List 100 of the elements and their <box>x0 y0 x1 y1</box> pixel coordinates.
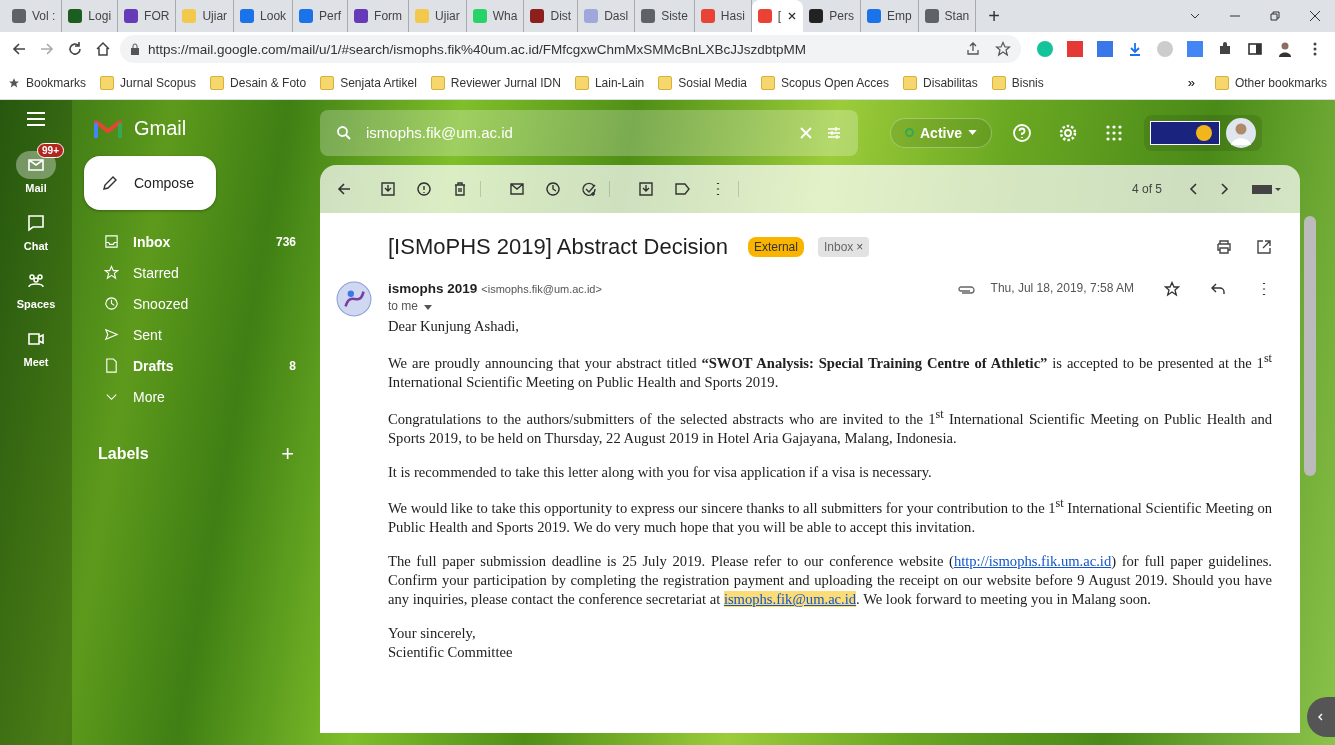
site-icon <box>68 9 83 23</box>
compose-button[interactable]: Compose <box>84 156 216 210</box>
site-icon <box>472 9 487 23</box>
site-icon <box>641 9 656 23</box>
menu-icon[interactable] <box>27 112 45 126</box>
avatar-icon <box>1226 117 1257 148</box>
remove-label-button[interactable]: × <box>856 240 864 254</box>
bookmark-folder[interactable]: Senjata Artikel <box>320 75 417 90</box>
open-in-new-window-icon[interactable] <box>1256 239 1272 255</box>
app-name: Gmail <box>134 116 187 140</box>
folder-icon <box>903 75 918 90</box>
reply-icon[interactable] <box>1210 281 1226 297</box>
bookmark-folder[interactable]: Bisnis <box>991 75 1044 90</box>
bookmark-folder[interactable]: Jurnal Scopus <box>100 75 197 90</box>
rail-item[interactable]: Meet <box>7 316 65 368</box>
email-label: External <box>747 237 804 257</box>
body-paragraph: Congratulations to the authors/submitters of the selected abstracts who are invited to the 1$^{st}$ International Scientific Meeting on Public Health and Sports 2019, to be held on Thursday, 22 August 2019 in Hotel Aria Gajayana, Malang, Indonesia. <box>388 406 1272 448</box>
folder-icon <box>1214 75 1229 90</box>
signature-line: Your sincerely, <box>388 624 477 644</box>
pencil-icon <box>102 175 118 191</box>
folder-icon <box>991 75 1006 90</box>
site-icon <box>354 9 369 23</box>
site-icon <box>700 9 715 23</box>
task-add-icon[interactable] <box>581 181 597 197</box>
label-icon[interactable] <box>674 181 690 197</box>
folder-icon <box>320 75 335 90</box>
new-tab-button[interactable]: + <box>982 3 1006 29</box>
folder-item[interactable]: Inbox 736 <box>84 226 320 257</box>
print-icon[interactable] <box>1216 239 1232 255</box>
folder-icon <box>574 75 589 90</box>
restore-icon[interactable] <box>1269 10 1281 22</box>
unread-count: 736 <box>275 234 296 249</box>
bookmark-folder[interactable]: Reviewer Jurnal IDN <box>430 75 561 90</box>
more-bookmarks-button[interactable]: » <box>1181 74 1201 91</box>
email-subject: [ISMoPHS 2019] Abstract Decision <box>388 234 728 260</box>
side-panel-toggle[interactable] <box>1307 697 1335 737</box>
search-icon[interactable] <box>336 124 352 141</box>
site-icon <box>530 9 545 23</box>
folder-item[interactable]: Starred <box>84 257 320 288</box>
folder-item[interactable]: Drafts 8 <box>84 350 320 381</box>
site-icon <box>12 9 26 23</box>
side-panel-icon[interactable] <box>1247 41 1263 57</box>
bookmark-item[interactable]: Bookmarks <box>8 75 87 90</box>
account-button[interactable] <box>1144 114 1263 151</box>
sender-email: <ismophs.fik@um.ac.id> <box>481 283 602 295</box>
scrollbar-thumb[interactable] <box>1304 216 1316 476</box>
body-paragraph: We would like to take this opportunity to express our sincere thanks to all submitters for your contribution to the 1$^{st}$ International Scientific Meeting on Public Health and Sports 2019. We do very much hope that you will be able to accept this invitation. <box>388 496 1272 538</box>
bookmark-folder[interactable]: Other bookmarks <box>1214 75 1327 90</box>
trash-icon[interactable] <box>452 181 468 197</box>
close-icon[interactable] <box>787 11 798 21</box>
back-icon[interactable] <box>11 41 27 57</box>
send-icon <box>104 327 119 342</box>
puzzle-icon[interactable] <box>1217 41 1233 57</box>
folder-icon <box>430 75 445 90</box>
greeting-text: Dear Kunjung Ashadi, <box>388 317 520 336</box>
home-icon[interactable] <box>95 41 111 57</box>
help-icon[interactable] <box>1012 122 1033 143</box>
bookmark-folder[interactable]: Disabilitas <box>903 75 978 90</box>
star-icon[interactable] <box>995 41 1011 57</box>
rail-item[interactable]: 99+ Mail <box>7 142 65 194</box>
share-icon[interactable] <box>965 41 981 57</box>
body-paragraph: The full paper submission deadline is 25 July 2019. Please refer to our conference website (http://ismophs.fik.um.ac.id) for full paper guidelines. Confirm your participation by completing the registration payment and uploading the receipt on our website before 9 August 2019. Should you have any inquiries, please contact the conference secretariat at ismophs.fik@um.ac.id. We look forward to meeting you in Malang soon. <box>388 552 1272 610</box>
download-icon[interactable] <box>1127 41 1143 57</box>
folder-icon <box>210 75 225 90</box>
back-icon[interactable] <box>336 181 352 197</box>
settings-icon[interactable] <box>1058 122 1079 143</box>
move-icon[interactable] <box>638 181 654 197</box>
browser-tab[interactable]: [ <box>751 0 804 32</box>
folder-icon <box>100 75 115 90</box>
add-label-button[interactable]: + <box>275 440 300 468</box>
folder-item[interactable]: More <box>84 381 320 412</box>
reload-icon[interactable] <box>67 41 83 57</box>
rail-item[interactable]: Spaces <box>7 258 65 310</box>
address-field[interactable]: https://mail.google.com/mail/u/1/#search/ismophs.fik%40um.ac.id/FMfcgxwChmMxSMMcBnLXBcJJszdbtpMM <box>120 35 1021 63</box>
folder-item[interactable]: Sent <box>84 319 320 350</box>
bookmark-folder[interactable]: Sosial Media <box>658 75 747 90</box>
envelope-icon[interactable] <box>509 181 525 197</box>
avatar-icon[interactable] <box>1277 41 1293 57</box>
archive-icon[interactable] <box>380 181 396 197</box>
body-paragraph: It is recommended to take this letter along with you for visa application if a visa is necessary. <box>388 462 933 482</box>
recipient-dropdown[interactable]: to me <box>388 299 433 313</box>
caret-icon <box>968 130 978 135</box>
bookmark-folder[interactable]: Desain & Foto <box>210 75 307 90</box>
bookmark-folder[interactable]: Lain-Lain <box>574 75 645 90</box>
bookmark-folder[interactable]: Scopus Open Acces <box>760 75 890 90</box>
report-icon[interactable] <box>416 181 432 197</box>
rail-item[interactable]: Chat <box>7 200 65 252</box>
gmail-logo-icon <box>94 117 122 139</box>
message-position: 4 of 5 <box>1131 182 1162 196</box>
folder-item[interactable]: Snoozed <box>84 288 320 319</box>
email-date: Thu, Jul 18, 2019, 7:58 AM <box>990 281 1134 295</box>
lock-icon <box>130 43 140 55</box>
site-icon <box>124 9 139 23</box>
close-icon[interactable] <box>1309 10 1321 22</box>
star-icon[interactable] <box>1164 281 1180 297</box>
website-link[interactable]: http://ismophs.fik.um.ac.id <box>953 553 1112 570</box>
clock-icon[interactable] <box>545 181 561 197</box>
chat-icon <box>26 213 46 233</box>
keyboard-icon[interactable] <box>1252 182 1282 196</box>
clock-icon <box>104 296 119 311</box>
